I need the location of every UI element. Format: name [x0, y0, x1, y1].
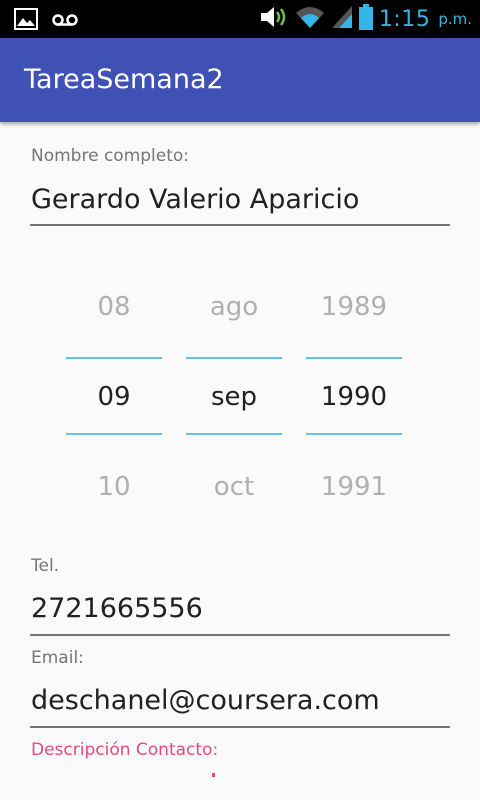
status-ampm: p.m.	[438, 10, 472, 28]
year-divider-top	[306, 357, 402, 359]
text-cursor	[212, 773, 215, 777]
name-field[interactable]: Gerardo Valerio Aparicio	[31, 184, 359, 215]
tel-label: Tel.	[31, 556, 60, 576]
email-label: Email:	[31, 648, 84, 668]
month-divider-top	[186, 357, 282, 359]
name-field-underline	[30, 224, 450, 226]
app-bar: TareaSemana2	[0, 38, 480, 122]
year-prev[interactable]: 1989	[306, 292, 402, 322]
contact-form: Nombre completo: Gerardo Valerio Aparici…	[0, 122, 480, 800]
month-picker[interactable]: ago sep oct	[186, 282, 282, 502]
day-prev[interactable]: 08	[66, 292, 162, 322]
status-time: 1:15	[378, 6, 431, 32]
year-divider-bottom	[306, 433, 402, 435]
day-divider-top	[66, 357, 162, 359]
year-picker[interactable]: 1989 1990 1991	[306, 282, 402, 502]
status-bar: 1:15 p.m.	[0, 0, 480, 38]
year-next[interactable]: 1991	[306, 472, 402, 502]
name-label: Nombre completo:	[31, 146, 190, 166]
image-icon	[14, 8, 38, 34]
description-label: Descripción Contacto:	[31, 740, 219, 760]
volume-icon	[259, 5, 289, 33]
month-divider-bottom	[186, 433, 282, 435]
month-next[interactable]: oct	[186, 472, 282, 502]
day-divider-bottom	[66, 433, 162, 435]
month-prev[interactable]: ago	[186, 292, 282, 322]
tel-field[interactable]: 2721665556	[31, 593, 203, 624]
app-title: TareaSemana2	[24, 64, 224, 95]
wifi-icon	[295, 5, 325, 33]
day-next[interactable]: 10	[66, 472, 162, 502]
email-field[interactable]: deschanel@coursera.com	[31, 685, 380, 716]
voicemail-icon	[52, 12, 78, 31]
year-selected[interactable]: 1990	[306, 382, 402, 412]
email-field-underline	[30, 726, 450, 728]
tel-field-underline	[30, 634, 450, 636]
day-picker[interactable]: 08 09 10	[66, 282, 162, 502]
battery-icon	[358, 4, 373, 34]
signal-icon	[331, 5, 353, 33]
day-selected[interactable]: 09	[66, 382, 162, 412]
month-selected[interactable]: sep	[186, 382, 282, 412]
